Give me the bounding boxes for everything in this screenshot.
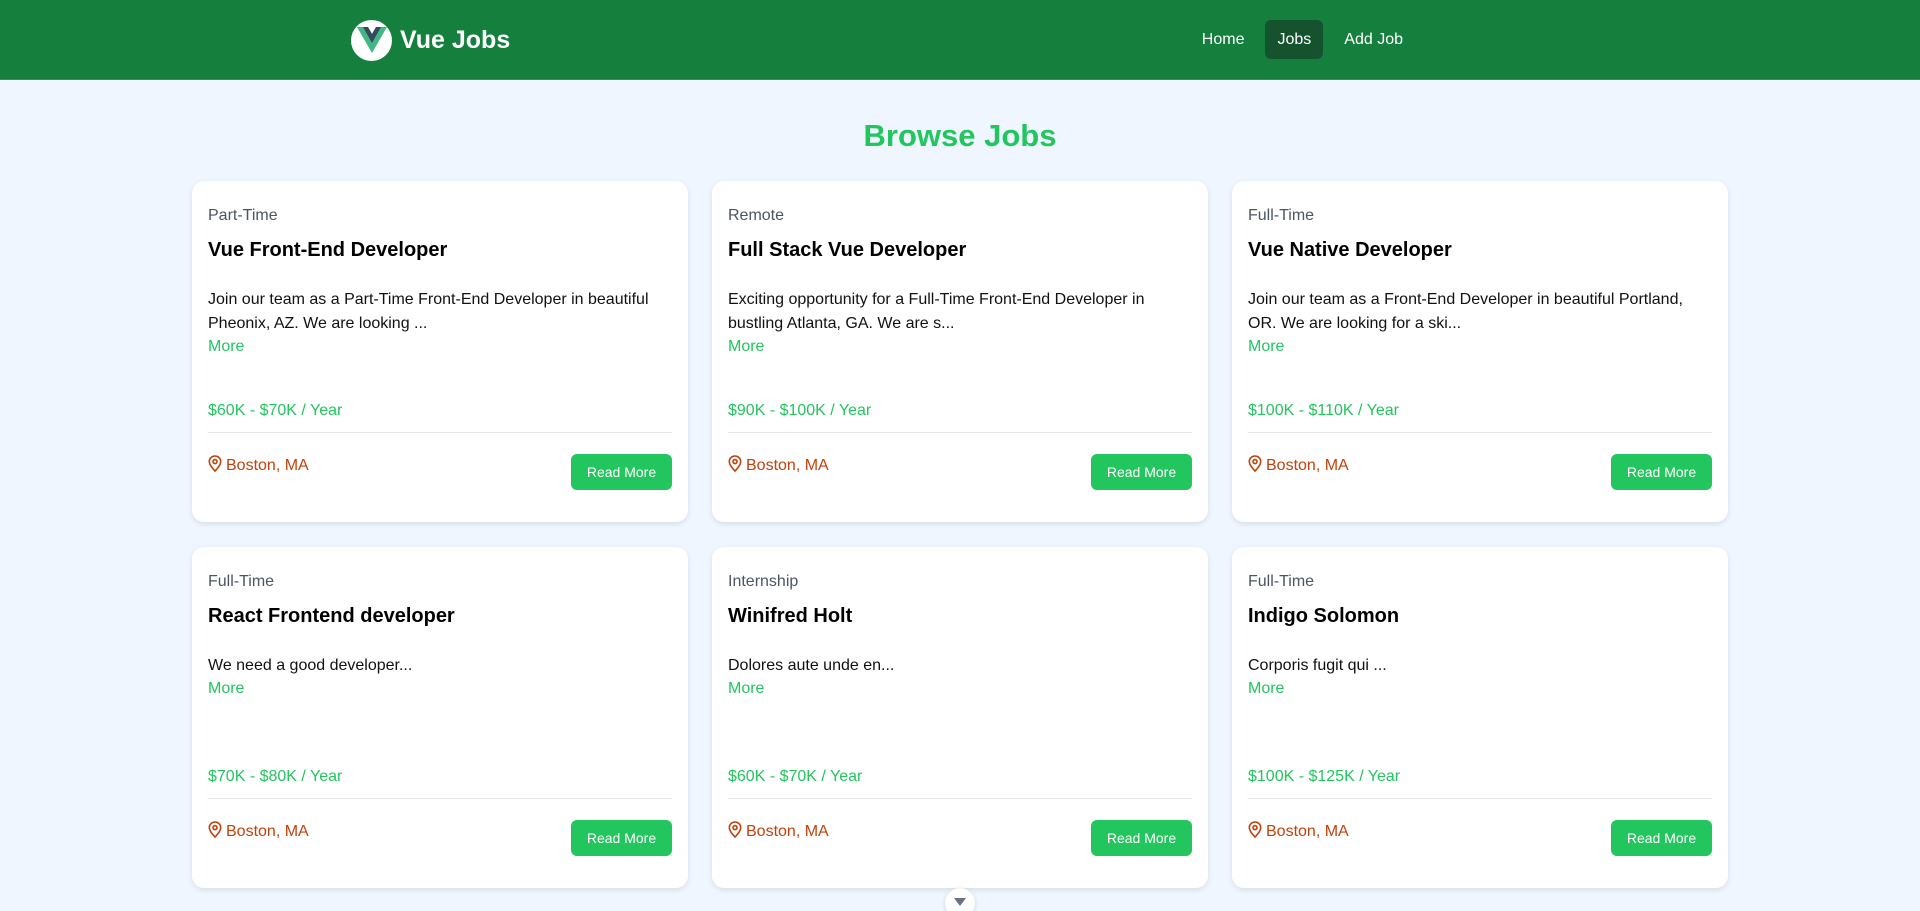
job-salary: $60K - $70K / Year: [208, 402, 343, 419]
job-location: Boston, MA: [728, 455, 829, 477]
job-salary: $100K - $110K / Year: [1248, 402, 1399, 419]
nav-jobs[interactable]: Jobs: [1265, 20, 1324, 59]
read-more-button[interactable]: Read More: [1611, 820, 1712, 856]
map-pin-icon: [208, 455, 222, 477]
job-card: Full-Time Indigo Solomon Corporis fugit …: [1232, 547, 1728, 888]
job-type: Full-Time: [1248, 207, 1315, 224]
more-link[interactable]: More: [208, 680, 244, 698]
job-description: We need a good developer...: [208, 657, 413, 674]
job-location: Boston, MA: [1248, 821, 1349, 843]
card-divider: [1248, 432, 1712, 433]
main-nav: Home Jobs Add Job: [1190, 20, 1415, 59]
job-type: Remote: [728, 207, 785, 224]
more-link[interactable]: More: [1248, 338, 1284, 356]
card-divider: [208, 432, 672, 433]
navbar: Vue Jobs Home Jobs Add Job: [0, 0, 1920, 80]
map-pin-icon: [1248, 821, 1262, 843]
location-text: Boston, MA: [746, 457, 829, 474]
vue-logo-icon: [351, 19, 392, 61]
job-title: Winifred Holt: [728, 605, 853, 627]
job-salary: $60K - $70K / Year: [728, 768, 863, 785]
job-card: Full-Time React Frontend developer We ne…: [192, 547, 688, 888]
job-location: Boston, MA: [208, 455, 309, 477]
location-text: Boston, MA: [746, 823, 829, 840]
job-title: React Frontend developer: [208, 605, 455, 627]
more-link[interactable]: More: [208, 338, 244, 356]
card-divider: [208, 798, 672, 799]
more-link[interactable]: More: [728, 338, 764, 356]
brand-link[interactable]: Vue Jobs: [351, 19, 510, 61]
more-link[interactable]: More: [1248, 680, 1284, 698]
job-location: Boston, MA: [728, 821, 829, 843]
read-more-button[interactable]: Read More: [571, 820, 672, 856]
job-description: Exciting opportunity for a Full-Time Fro…: [728, 291, 1145, 332]
job-description: Join our team as a Part-Time Front-End D…: [208, 291, 649, 332]
location-text: Boston, MA: [226, 457, 309, 474]
brand-title: Vue Jobs: [400, 25, 511, 54]
job-title: Full Stack Vue Developer: [728, 239, 967, 261]
job-card: Full-Time Vue Native Developer Join our …: [1232, 181, 1728, 522]
job-card: Internship Winifred Holt Dolores aute un…: [712, 547, 1208, 888]
job-type: Full-Time: [1248, 573, 1315, 590]
nav-add-job[interactable]: Add Job: [1332, 20, 1415, 59]
job-description: Corporis fugit qui ...: [1248, 657, 1387, 674]
job-title: Vue Native Developer: [1248, 239, 1452, 261]
map-pin-icon: [1248, 455, 1262, 477]
map-pin-icon: [728, 455, 742, 477]
job-title: Vue Front-End Developer: [208, 239, 448, 261]
location-text: Boston, MA: [1266, 823, 1349, 840]
job-type: Internship: [728, 573, 799, 590]
read-more-button[interactable]: Read More: [1091, 454, 1192, 490]
location-text: Boston, MA: [226, 823, 309, 840]
job-type: Part-Time: [208, 207, 278, 224]
read-more-button[interactable]: Read More: [1611, 454, 1712, 490]
card-divider: [728, 798, 1192, 799]
location-text: Boston, MA: [1266, 457, 1349, 474]
job-location: Boston, MA: [208, 821, 309, 843]
chevron-down-icon: [954, 894, 966, 911]
job-description: Dolores aute unde en...: [728, 657, 895, 674]
map-pin-icon: [208, 821, 222, 843]
card-divider: [728, 432, 1192, 433]
job-type: Full-Time: [208, 573, 275, 590]
page-title: Browse Jobs: [863, 118, 1057, 153]
scroll-down-button[interactable]: [945, 888, 975, 911]
read-more-button[interactable]: Read More: [1091, 820, 1192, 856]
job-salary: $100K - $125K / Year: [1248, 768, 1401, 785]
nav-home[interactable]: Home: [1190, 20, 1257, 59]
map-pin-icon: [728, 821, 742, 843]
job-card: Part-Time Vue Front-End Developer Join o…: [192, 181, 688, 522]
job-title: Indigo Solomon: [1248, 605, 1400, 627]
job-location: Boston, MA: [1248, 455, 1349, 477]
more-link[interactable]: More: [728, 680, 764, 698]
read-more-button[interactable]: Read More: [571, 454, 672, 490]
card-divider: [1248, 798, 1712, 799]
job-salary: $70K - $80K / Year: [208, 768, 343, 785]
job-salary: $90K - $100K / Year: [728, 402, 872, 419]
job-card: Remote Full Stack Vue Developer Exciting…: [712, 181, 1208, 522]
job-description: Join our team as a Front-End Developer i…: [1248, 291, 1683, 332]
